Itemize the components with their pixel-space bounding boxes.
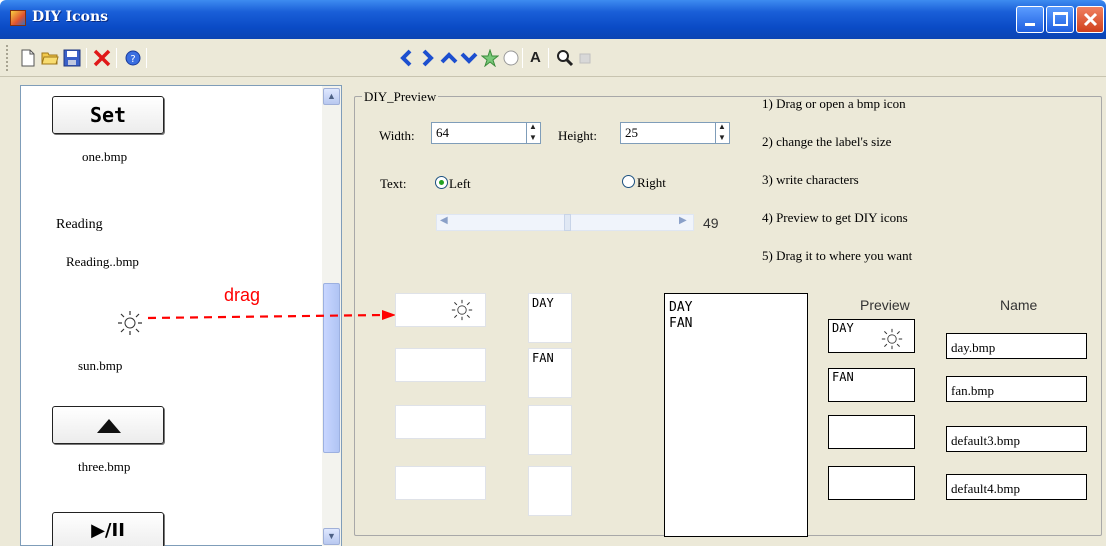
preview-box-1[interactable]: DAY: [828, 319, 915, 353]
list-item-label: one.bmp: [82, 149, 128, 164]
toolbar-grip: [6, 45, 10, 71]
save-icon[interactable]: [63, 49, 81, 67]
arrow-right-icon[interactable]: [418, 49, 436, 67]
preview-box-4[interactable]: [828, 466, 915, 500]
name-input-2[interactable]: fan.bmp: [946, 376, 1087, 402]
radio-right[interactable]: [622, 175, 635, 188]
sun-icon: [451, 299, 473, 321]
icon-slot-4[interactable]: [395, 466, 486, 500]
app-icon: [10, 10, 26, 26]
sun-icon[interactable]: [117, 310, 143, 336]
help-icon[interactable]: ?: [124, 49, 142, 67]
label-slot-1[interactable]: DAY: [528, 293, 572, 343]
name-input-4[interactable]: default4.bmp: [946, 474, 1087, 500]
icon-button-triangle[interactable]: [52, 406, 164, 444]
icon-slot-2[interactable]: [395, 348, 486, 382]
circle-icon[interactable]: [502, 49, 520, 67]
name-input-3[interactable]: default3.bmp: [946, 426, 1087, 452]
minimize-button[interactable]: [1016, 6, 1044, 33]
radio-left[interactable]: [435, 176, 448, 189]
icon-slot-1[interactable]: [395, 293, 486, 327]
name-input-1[interactable]: day.bmp: [946, 333, 1087, 359]
arrow-down-icon[interactable]: [460, 49, 478, 67]
title-bar: [0, 0, 1106, 39]
scroll-up-button[interactable]: ▲: [323, 88, 340, 105]
label-slot-4[interactable]: [528, 466, 572, 516]
label-slot-2[interactable]: FAN: [528, 348, 572, 398]
sun-icon: [881, 328, 903, 350]
list-item-label: three.bmp: [78, 459, 131, 474]
icon-reading[interactable]: Reading: [56, 217, 103, 233]
label-slot-3[interactable]: [528, 405, 572, 455]
text-label: Text:: [380, 176, 407, 191]
slider-left-arrow[interactable]: ◀: [440, 215, 448, 226]
icon-slot-3[interactable]: [395, 405, 486, 439]
list-item-label: sun.bmp: [78, 358, 123, 373]
characters-textarea[interactable]: DAY FAN: [664, 293, 808, 537]
group-legend: DIY_Preview: [362, 89, 439, 105]
arrow-left-icon[interactable]: [398, 49, 416, 67]
width-spinner[interactable]: [526, 122, 541, 144]
open-icon[interactable]: [41, 49, 59, 67]
close-button[interactable]: [1076, 6, 1104, 33]
disabled-icon: [579, 53, 591, 64]
width-label: Width:: [379, 128, 415, 143]
slider-value: 49: [703, 215, 719, 231]
height-spinner[interactable]: [715, 122, 730, 144]
window-title: DIY Icons: [32, 9, 109, 25]
svg-text:?: ?: [130, 54, 135, 65]
instruction-5: 5) Drag it to where you want: [762, 248, 913, 263]
new-icon[interactable]: [19, 49, 37, 67]
toolbar: [0, 39, 1106, 77]
preview-box-3[interactable]: [828, 415, 915, 449]
maximize-button[interactable]: [1046, 6, 1074, 33]
instruction-4: 4) Preview to get DIY icons: [762, 210, 908, 225]
icon-button-set[interactable]: Set: [52, 96, 164, 134]
delete-icon[interactable]: [93, 49, 111, 67]
slider-thumb[interactable]: [564, 214, 571, 231]
height-input[interactable]: 25: [620, 122, 730, 144]
list-item-label: Reading..bmp: [66, 254, 139, 269]
text-icon[interactable]: A: [530, 49, 541, 66]
arrow-up-icon[interactable]: [440, 49, 458, 67]
star-icon[interactable]: [481, 49, 499, 67]
scroll-down-button[interactable]: ▼: [323, 528, 340, 545]
close-icon: [1083, 12, 1098, 27]
preview-box-2[interactable]: FAN: [828, 368, 915, 402]
radio-left-label: Left: [449, 176, 471, 191]
height-label: Height:: [558, 128, 597, 143]
triangle-up-icon: [97, 419, 121, 433]
instruction-3: 3) write characters: [762, 172, 859, 187]
preview-header: Preview: [860, 297, 910, 313]
icon-button-play-pause[interactable]: ▶/II: [52, 512, 164, 546]
zoom-icon[interactable]: [556, 49, 574, 67]
radio-right-label: Right: [637, 175, 666, 190]
drag-annotation: drag: [224, 285, 261, 305]
instruction-1: 1) Drag or open a bmp icon: [762, 96, 906, 111]
instruction-2: 2) change the label's size: [762, 134, 892, 149]
width-input[interactable]: 64: [431, 122, 541, 144]
name-header: Name: [1000, 297, 1038, 313]
slider-right-arrow[interactable]: ▶: [679, 215, 687, 226]
